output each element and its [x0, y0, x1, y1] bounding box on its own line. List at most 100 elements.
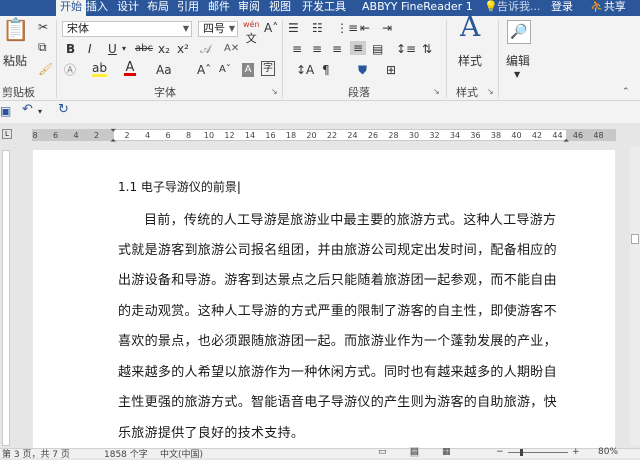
- clear-format-icon[interactable]: A✕: [224, 42, 239, 56]
- ruler-number: 44: [552, 131, 563, 140]
- dialog-launcher-icon[interactable]: ↘: [487, 85, 494, 99]
- paragraph-line: 式就是游客到旅游公司报名组团，并由旅游公司规定出发时间，配备相应的: [118, 243, 557, 258]
- borders-icon[interactable]: ⊞: [386, 63, 396, 77]
- align-center-icon[interactable]: ≡: [312, 42, 322, 56]
- italic-button[interactable]: I: [88, 42, 92, 56]
- tab-developer[interactable]: 开发工具: [302, 0, 346, 16]
- align-left-icon[interactable]: ≡: [292, 42, 302, 56]
- styles-button[interactable]: 样式: [458, 54, 482, 68]
- sign-in-link[interactable]: 登录: [551, 0, 573, 16]
- ruler-number: 48: [593, 131, 604, 140]
- vertical-ruler-band: [2, 150, 10, 446]
- zoom-in-icon[interactable]: +: [572, 447, 580, 457]
- copy-icon[interactable]: ⧉: [38, 40, 47, 54]
- show-marks-icon[interactable]: ¶: [322, 63, 330, 77]
- sort-icon[interactable]: ↕A: [296, 63, 314, 77]
- vertical-ruler[interactable]: [0, 146, 12, 446]
- text-effects-icon[interactable]: 𝒜: [200, 42, 211, 56]
- tab-abbyy[interactable]: ABBYY FineReader 1: [362, 0, 473, 16]
- paste-button[interactable]: 粘贴: [3, 54, 27, 68]
- share-button[interactable]: ⛹共享: [590, 0, 626, 16]
- lightbulb-icon: 💡: [484, 0, 498, 13]
- indent-marker-icon[interactable]: ⏷: [110, 126, 116, 136]
- zoom-level[interactable]: 80%: [598, 447, 618, 457]
- zoom-slider-thumb[interactable]: [520, 449, 523, 456]
- undo-icon[interactable]: ↶: [22, 103, 33, 117]
- tab-mailings[interactable]: 邮件: [208, 0, 230, 16]
- web-layout-icon[interactable]: ▦: [442, 447, 451, 457]
- indent-marker-icon[interactable]: ⏶: [110, 136, 116, 146]
- bold-button[interactable]: B: [66, 42, 75, 56]
- subscript-button[interactable]: x₂: [158, 42, 170, 56]
- scroll-thumb[interactable]: [631, 234, 639, 244]
- ruler-number: 12: [224, 131, 235, 140]
- find-icon[interactable]: 🔎: [507, 20, 531, 44]
- bullets-icon[interactable]: ☰: [288, 21, 299, 35]
- tab-layout[interactable]: 布局: [147, 0, 169, 16]
- tab-selector-icon[interactable]: L: [2, 129, 12, 139]
- zoom-out-icon[interactable]: −: [496, 447, 504, 457]
- format-painter-icon[interactable]: 🖌: [38, 62, 53, 76]
- save-icon[interactable]: ▣: [0, 104, 11, 118]
- font-size-combo[interactable]: 四号 ▼: [198, 21, 238, 37]
- increase-indent-icon[interactable]: ⇥: [382, 21, 392, 35]
- grow-font-button[interactable]: Aˆ: [197, 63, 211, 77]
- tab-design[interactable]: 设计: [117, 0, 139, 16]
- align-right-icon[interactable]: ≡: [332, 42, 342, 56]
- heading: 1.1 电子导游仪的前景|: [118, 180, 241, 194]
- right-indent-marker-icon[interactable]: ⏶: [563, 136, 569, 146]
- ruler-number: 20: [306, 131, 317, 140]
- paragraph-line: 乐旅游提供了良好的技术支持。: [118, 426, 305, 441]
- vertical-scrollbar[interactable]: [630, 146, 640, 446]
- group-divider: [282, 20, 283, 98]
- tab-review[interactable]: 审阅: [238, 0, 260, 16]
- redo-icon[interactable]: ↻: [58, 103, 69, 117]
- decrease-indent-icon[interactable]: ⇤: [360, 21, 370, 35]
- font-group-label: 字体: [154, 86, 176, 99]
- char-shading-icon[interactable]: A: [242, 63, 254, 77]
- read-mode-icon[interactable]: ▭: [378, 447, 387, 457]
- distributed-icon[interactable]: ▤: [372, 42, 383, 56]
- chevron-down-icon: ▼: [228, 24, 235, 33]
- dialog-launcher-icon[interactable]: ↘: [271, 85, 278, 99]
- tab-view[interactable]: 视图: [269, 0, 291, 16]
- tell-me-box[interactable]: 告诉我...: [497, 0, 541, 16]
- print-layout-icon[interactable]: ▤: [410, 447, 419, 457]
- superscript-button[interactable]: x²: [177, 42, 189, 56]
- text-outline-icon[interactable]: Ⓐ: [64, 63, 76, 77]
- dialog-launcher-icon[interactable]: ↘: [433, 85, 440, 99]
- shading-icon[interactable]: ⛊: [358, 63, 367, 77]
- chevron-down-icon[interactable]: ▾: [38, 105, 42, 119]
- asian-layout-icon[interactable]: ⇅: [422, 42, 432, 56]
- change-case-button[interactable]: Aa: [156, 63, 172, 77]
- paste-icon[interactable]: 📋: [2, 20, 29, 42]
- tab-home[interactable]: 开始: [56, 0, 86, 16]
- editing-button[interactable]: 编辑: [506, 54, 530, 68]
- strikethrough-button[interactable]: abc: [135, 42, 153, 56]
- font-color-icon[interactable]: A: [124, 61, 136, 76]
- ruler-number: 8: [32, 131, 38, 140]
- shrink-font-button[interactable]: Aˇ: [219, 63, 231, 77]
- collapse-ribbon-icon[interactable]: ⌃: [622, 85, 630, 99]
- ruler-number: 6: [165, 131, 171, 140]
- styles-icon[interactable]: A: [460, 13, 480, 41]
- chevron-down-icon[interactable]: ▾: [122, 42, 126, 56]
- font-size-step-icon[interactable]: A˄: [264, 21, 278, 35]
- underline-button[interactable]: U: [108, 42, 117, 56]
- tab-insert[interactable]: 插入: [86, 0, 108, 16]
- tab-references[interactable]: 引用: [177, 0, 199, 16]
- highlight-icon[interactable]: ab: [92, 61, 107, 77]
- word-count[interactable]: 1858 个字: [104, 447, 148, 460]
- line-spacing-icon[interactable]: ↕≡: [396, 42, 416, 56]
- language[interactable]: 中文(中国): [160, 447, 203, 460]
- cut-icon[interactable]: ✂: [38, 20, 48, 34]
- phonetic-guide-button[interactable]: wén 文: [243, 18, 260, 47]
- zoom-slider[interactable]: [508, 452, 568, 453]
- multilevel-list-icon[interactable]: ⋮≡: [336, 21, 358, 35]
- justify-icon[interactable]: ≡: [350, 41, 366, 55]
- font-name-combo[interactable]: 宋体 ▼: [62, 21, 192, 37]
- numbering-icon[interactable]: ☷: [312, 21, 323, 35]
- paragraph-line: 出游设备和导游。游客到达景点之后只能随着旅游团一起参观，而不能自由: [118, 273, 557, 288]
- char-border-icon[interactable]: 字: [261, 61, 275, 76]
- page-count[interactable]: 第 3 页，共 7 页: [2, 447, 70, 460]
